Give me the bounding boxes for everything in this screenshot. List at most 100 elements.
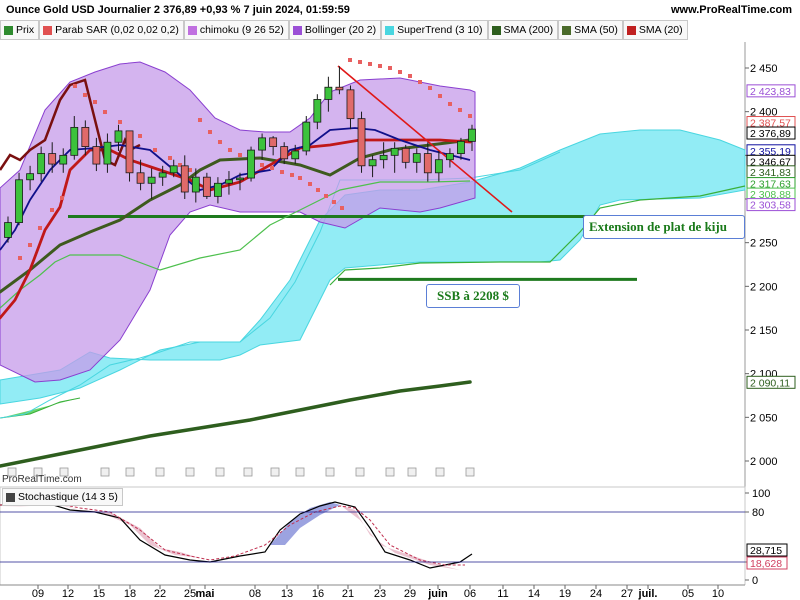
sar-dot (83, 93, 87, 97)
sar-dot (280, 170, 284, 174)
stochastic-legend[interactable]: Stochastique (14 3 5) (2, 488, 123, 506)
calendar-icon[interactable] (100, 467, 110, 477)
x-tick-label: 08 (249, 588, 261, 600)
y-tick-label: 2 250 (750, 238, 778, 250)
sar-dot (358, 60, 362, 64)
price-badge-label: 2 423,83 (750, 86, 791, 98)
x-tick-label: 23 (374, 588, 386, 600)
calendar-icon[interactable] (385, 467, 395, 477)
price-badge: 2 090,11 (746, 375, 796, 389)
x-tick-label: 16 (312, 588, 324, 600)
sar-dot (93, 100, 97, 104)
sar-dot (438, 94, 442, 98)
sar-dot (73, 84, 77, 88)
price-badge-label: 2 341,83 (750, 167, 791, 179)
sar-dot (28, 243, 32, 247)
x-tick-label: 18 (124, 588, 136, 600)
price-badge: 2 423,83 (746, 84, 796, 98)
stochastic-badge: 28,715 (746, 543, 788, 557)
sar-dot (468, 114, 472, 118)
price-badge: 2 341,83 (746, 165, 796, 179)
sar-dot (260, 163, 264, 167)
x-tick-label: 06 (464, 588, 476, 600)
annotation-extension-kijun[interactable]: Extension de plat de kiju (583, 215, 745, 239)
candle (357, 111, 366, 173)
x-tick-label: 11 (497, 588, 508, 600)
sar-dot (60, 196, 64, 200)
stochastic-badge: 18,628 (746, 556, 788, 570)
sar-dot (118, 120, 122, 124)
calendar-icon[interactable] (243, 467, 253, 477)
x-tick-label: 22 (154, 588, 166, 600)
y-tick-label: 2 450 (750, 63, 778, 75)
candle (15, 172, 23, 226)
sar-dot (308, 182, 312, 186)
sar-dot (368, 62, 372, 66)
calendar-icon[interactable] (125, 467, 135, 477)
candle (302, 116, 311, 156)
price-badge: 2 303,58 (746, 198, 796, 212)
calendar-icon[interactable] (355, 467, 365, 477)
x-tick-label: 05 (682, 588, 694, 600)
x-tick-label: mai (196, 588, 215, 600)
prorealtime-logo: ProRealTime.com (2, 474, 82, 485)
annotation-extension-text: Extension de plat de kiju (589, 219, 727, 234)
calendar-icon[interactable] (435, 467, 445, 477)
x-tick-label: 10 (712, 588, 724, 600)
calendar-icon[interactable] (155, 467, 165, 477)
calendar-icon[interactable] (295, 467, 305, 477)
sar-dot (388, 66, 392, 70)
sar-dot (428, 86, 432, 90)
y-tick-label: 2 150 (750, 325, 778, 337)
price-badge: 2 376,89 (746, 126, 796, 140)
y-tick-label: 2 200 (750, 281, 778, 293)
calendar-icon[interactable] (325, 467, 335, 477)
y-tick-label: 2 000 (750, 456, 778, 468)
sar-dot (103, 110, 107, 114)
sar-dot (218, 140, 222, 144)
stoch-tick-label: 100 (752, 488, 770, 500)
sar-dot (228, 148, 232, 152)
price-badge-label: 2 090,11 (750, 377, 790, 389)
x-axis-bg (0, 585, 800, 600)
x-tick-label: 24 (590, 588, 602, 600)
stochastic-badge-label: 18,628 (750, 558, 782, 570)
sar-dot (290, 173, 294, 177)
sar-dot (38, 226, 42, 230)
candle (247, 146, 255, 182)
sar-dot (458, 108, 462, 112)
annotation-ssb[interactable]: SSB à 2208 $ (426, 284, 520, 308)
stochastic-label: Stochastique (14 3 5) (18, 491, 118, 503)
calendar-icon[interactable] (270, 467, 280, 477)
price-badge-label: 2 303,58 (750, 200, 791, 212)
sar-dot (18, 256, 22, 260)
calendar-icon[interactable] (407, 467, 417, 477)
sar-dot (398, 70, 402, 74)
sar-dot (324, 194, 328, 198)
annotation-ssb-text: SSB à 2208 $ (437, 288, 509, 303)
x-tick-label: juil. (638, 588, 658, 600)
sar-dot (316, 188, 320, 192)
price-badge-label: 2 376,89 (750, 128, 791, 140)
x-tick-label: 14 (528, 588, 540, 600)
stoch-tick-label: 80 (752, 507, 764, 519)
calendar-icon[interactable] (465, 467, 475, 477)
sar-dot (270, 166, 274, 170)
price-chart[interactable]: 2 4502 4002 3502 3002 2502 2002 1502 100… (0, 0, 800, 600)
x-tick-label: 25 (184, 588, 196, 600)
sar-dot (332, 200, 336, 204)
stochastic-badge-label: 28,715 (750, 545, 782, 557)
calendar-icon[interactable] (185, 467, 195, 477)
sar-dot (448, 102, 452, 106)
sar-dot (418, 80, 422, 84)
date-x-axis: 09 12 15 18 22 25 mai 08 13 16 21 23 29 juin 06 11 14 19 2… (32, 585, 724, 600)
x-tick-label: 15 (93, 588, 105, 600)
sar-dot (298, 176, 302, 180)
sar-dot (348, 58, 352, 62)
calendar-icon[interactable] (215, 467, 225, 477)
sar-dot (198, 118, 202, 122)
x-tick-label: 12 (62, 588, 74, 600)
sar-dot (408, 74, 412, 78)
x-tick-label: 09 (32, 588, 44, 600)
sar-dot (138, 134, 142, 138)
